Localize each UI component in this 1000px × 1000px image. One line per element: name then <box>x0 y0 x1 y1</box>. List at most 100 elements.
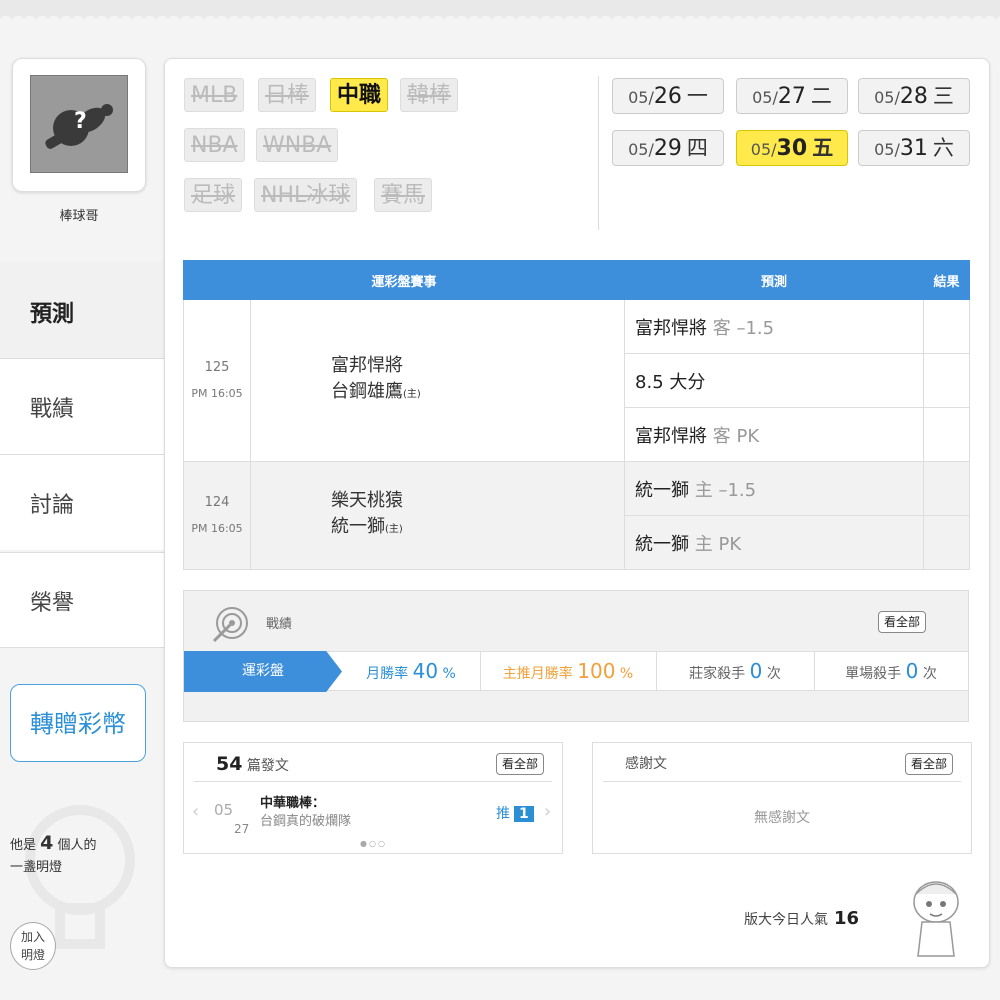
thanks-panel: 感謝文 看全部 無感謝文 <box>592 742 972 854</box>
monthly-win-rate: 月勝率 40 % <box>342 652 480 690</box>
avatar-card[interactable]: ? <box>12 58 146 192</box>
posts-see-all-button[interactable]: 看全部 <box>496 753 545 775</box>
league-mlb[interactable]: MLB <box>184 78 245 112</box>
game-number: 124 <box>204 494 230 510</box>
date-0526[interactable]: 05/26 一 <box>612 78 724 114</box>
popularity: 版大今日人氣 16 <box>744 908 859 929</box>
username: 棒球哥 <box>59 209 99 224</box>
push-count: 推1 <box>496 803 534 823</box>
prediction-line: 客 –1.5 <box>712 317 775 339</box>
lamp-prefix: 他是 <box>10 838 37 853</box>
date-0528[interactable]: 05/28 三 <box>858 78 970 114</box>
join-lamp-button[interactable]: 加入 明燈 <box>10 922 56 970</box>
prediction-pick: 8.5 大分 <box>635 371 706 393</box>
prediction-line: 主 PK <box>694 533 742 555</box>
lamp-count: 4 <box>40 832 54 854</box>
posts-panel: 54 篇發文 看全部 ‹ 05 27 中華職棒： 台鋼真的破爛隊 推1 › ●○○ <box>183 742 563 854</box>
date-0530[interactable]: 05/30 五 <box>736 130 848 166</box>
league-wnba[interactable]: WNBA <box>256 128 339 162</box>
nav-item-record[interactable]: 戰績 <box>0 358 164 454</box>
lamp-info: 他是 4 個人的 一盞明燈 <box>10 832 97 879</box>
nav-label: 榮譽 <box>30 591 75 616</box>
away-team: 富邦悍將 <box>331 355 403 376</box>
thanks-see-all-button[interactable]: 看全部 <box>905 753 954 775</box>
stat-label: 主推月勝率 <box>502 666 573 682</box>
posts-title: 54 篇發文 <box>216 753 289 775</box>
post-date: 05 27 <box>214 801 249 837</box>
prediction-cell: 富邦悍將 客 PK <box>624 407 925 462</box>
result-cell <box>923 353 971 408</box>
chevron-left-icon[interactable]: ‹ <box>192 801 199 822</box>
post-link[interactable]: 中華職棒： 台鋼真的破爛隊 <box>260 795 351 831</box>
date-weekday: 一 <box>686 84 708 108</box>
posts-count: 54 <box>216 753 243 775</box>
date-md: 05/ <box>750 140 777 159</box>
header-result: 結果 <box>923 260 971 300</box>
post-title: 中華職棒： <box>260 796 326 811</box>
date-md: 05/ <box>874 88 900 107</box>
thanks-empty: 無感謝文 <box>754 810 810 826</box>
league-nhl[interactable]: NHL冰球 <box>254 178 358 212</box>
stat-value: 100 <box>577 659 616 683</box>
record-stats-bar: 運彩盤 月勝率 40 % 主推月勝率 100 % 莊家殺手 0 次 單場殺手 0… <box>184 651 968 692</box>
game-time: PM 16:05 <box>191 521 243 535</box>
date-0529[interactable]: 05/29 四 <box>612 130 724 166</box>
join-line1: 加入 <box>20 930 45 944</box>
popularity-value: 16 <box>834 908 860 929</box>
date-0531[interactable]: 05/31 六 <box>858 130 970 166</box>
record-panel: 戰績 看全部 運彩盤 月勝率 40 % 主推月勝率 100 % 莊家殺手 0 次… <box>183 590 969 722</box>
league-nba[interactable]: NBA <box>184 128 245 162</box>
header-prediction: 預測 <box>624 260 925 300</box>
date-0527[interactable]: 05/27 二 <box>736 78 848 114</box>
date-weekday: 二 <box>810 84 832 108</box>
date-day: 26 <box>653 84 682 109</box>
prediction-line: 主 –1.5 <box>694 479 757 501</box>
date-day: 30 <box>776 136 808 161</box>
push-value: 1 <box>514 806 534 822</box>
top-decoration <box>0 0 1000 22</box>
mascot-icon <box>913 881 959 957</box>
single-game-killer: 單場殺手 0 次 <box>814 652 968 690</box>
result-cell <box>923 299 971 354</box>
result-cell <box>923 461 971 516</box>
stat-label: 莊家殺手 <box>689 666 746 682</box>
league-soccer[interactable]: 足球 <box>184 178 243 212</box>
league-cpbl[interactable]: 中職 <box>330 78 389 112</box>
nav-label: 戰績 <box>30 397 75 422</box>
record-see-all-button[interactable]: 看全部 <box>878 611 927 633</box>
home-team: 統一獅 <box>331 516 385 537</box>
prediction-table: 運彩盤賽事 預測 結果 125 PM 16:05 富邦悍將 台鋼雄鷹(主) 富邦悍將… <box>182 260 971 570</box>
header-game: 運彩盤賽事 <box>182 260 626 300</box>
post-subtitle: 台鋼真的破爛隊 <box>260 814 352 829</box>
thanks-title: 感謝文 <box>625 756 667 772</box>
date-weekday: 五 <box>812 136 834 160</box>
league-horse-racing[interactable]: 賽馬 <box>374 178 433 212</box>
post-month: 05 <box>214 801 234 819</box>
chevron-right-icon[interactable]: › <box>544 801 551 822</box>
prediction-pick: 統一獅 <box>635 533 690 555</box>
date-weekday: 四 <box>686 136 708 160</box>
gift-coins-button[interactable]: 轉贈彩幣 <box>10 684 146 762</box>
nav-item-discussion[interactable]: 討論 <box>0 454 164 550</box>
stat-label: 單場殺手 <box>845 666 902 682</box>
nav-item-prediction[interactable]: 預測 <box>0 262 170 358</box>
tab-lottery[interactable]: 運彩盤 <box>184 651 342 692</box>
home-team: 台鋼雄鷹 <box>331 381 403 402</box>
league-kbo[interactable]: 韓棒 <box>400 78 459 112</box>
unknown-user-icon: ? <box>45 104 113 149</box>
target-icon <box>212 607 248 643</box>
posts-label: 篇發文 <box>246 758 289 774</box>
league-npb[interactable]: 日棒 <box>258 78 317 112</box>
date-weekday: 三 <box>932 84 954 108</box>
push-label: 推 <box>496 806 510 822</box>
nav-item-honor[interactable]: 榮譽 <box>0 552 164 648</box>
game-number-cell: 124 PM 16:05 <box>183 461 251 570</box>
prediction-pick: 富邦悍將 <box>635 425 708 447</box>
pagination-dots[interactable]: ●○○ <box>360 839 387 848</box>
table-row: 124 PM 16:05 樂天桃猿 統一獅(主) 統一獅 主 –1.5 <box>183 461 971 570</box>
divider <box>194 781 552 782</box>
stat-unit: 次 <box>922 666 937 682</box>
nav-label: 討論 <box>30 493 75 518</box>
game-teams-cell: 樂天桃猿 統一獅(主) <box>249 461 626 570</box>
home-tag: (主) <box>385 524 403 535</box>
